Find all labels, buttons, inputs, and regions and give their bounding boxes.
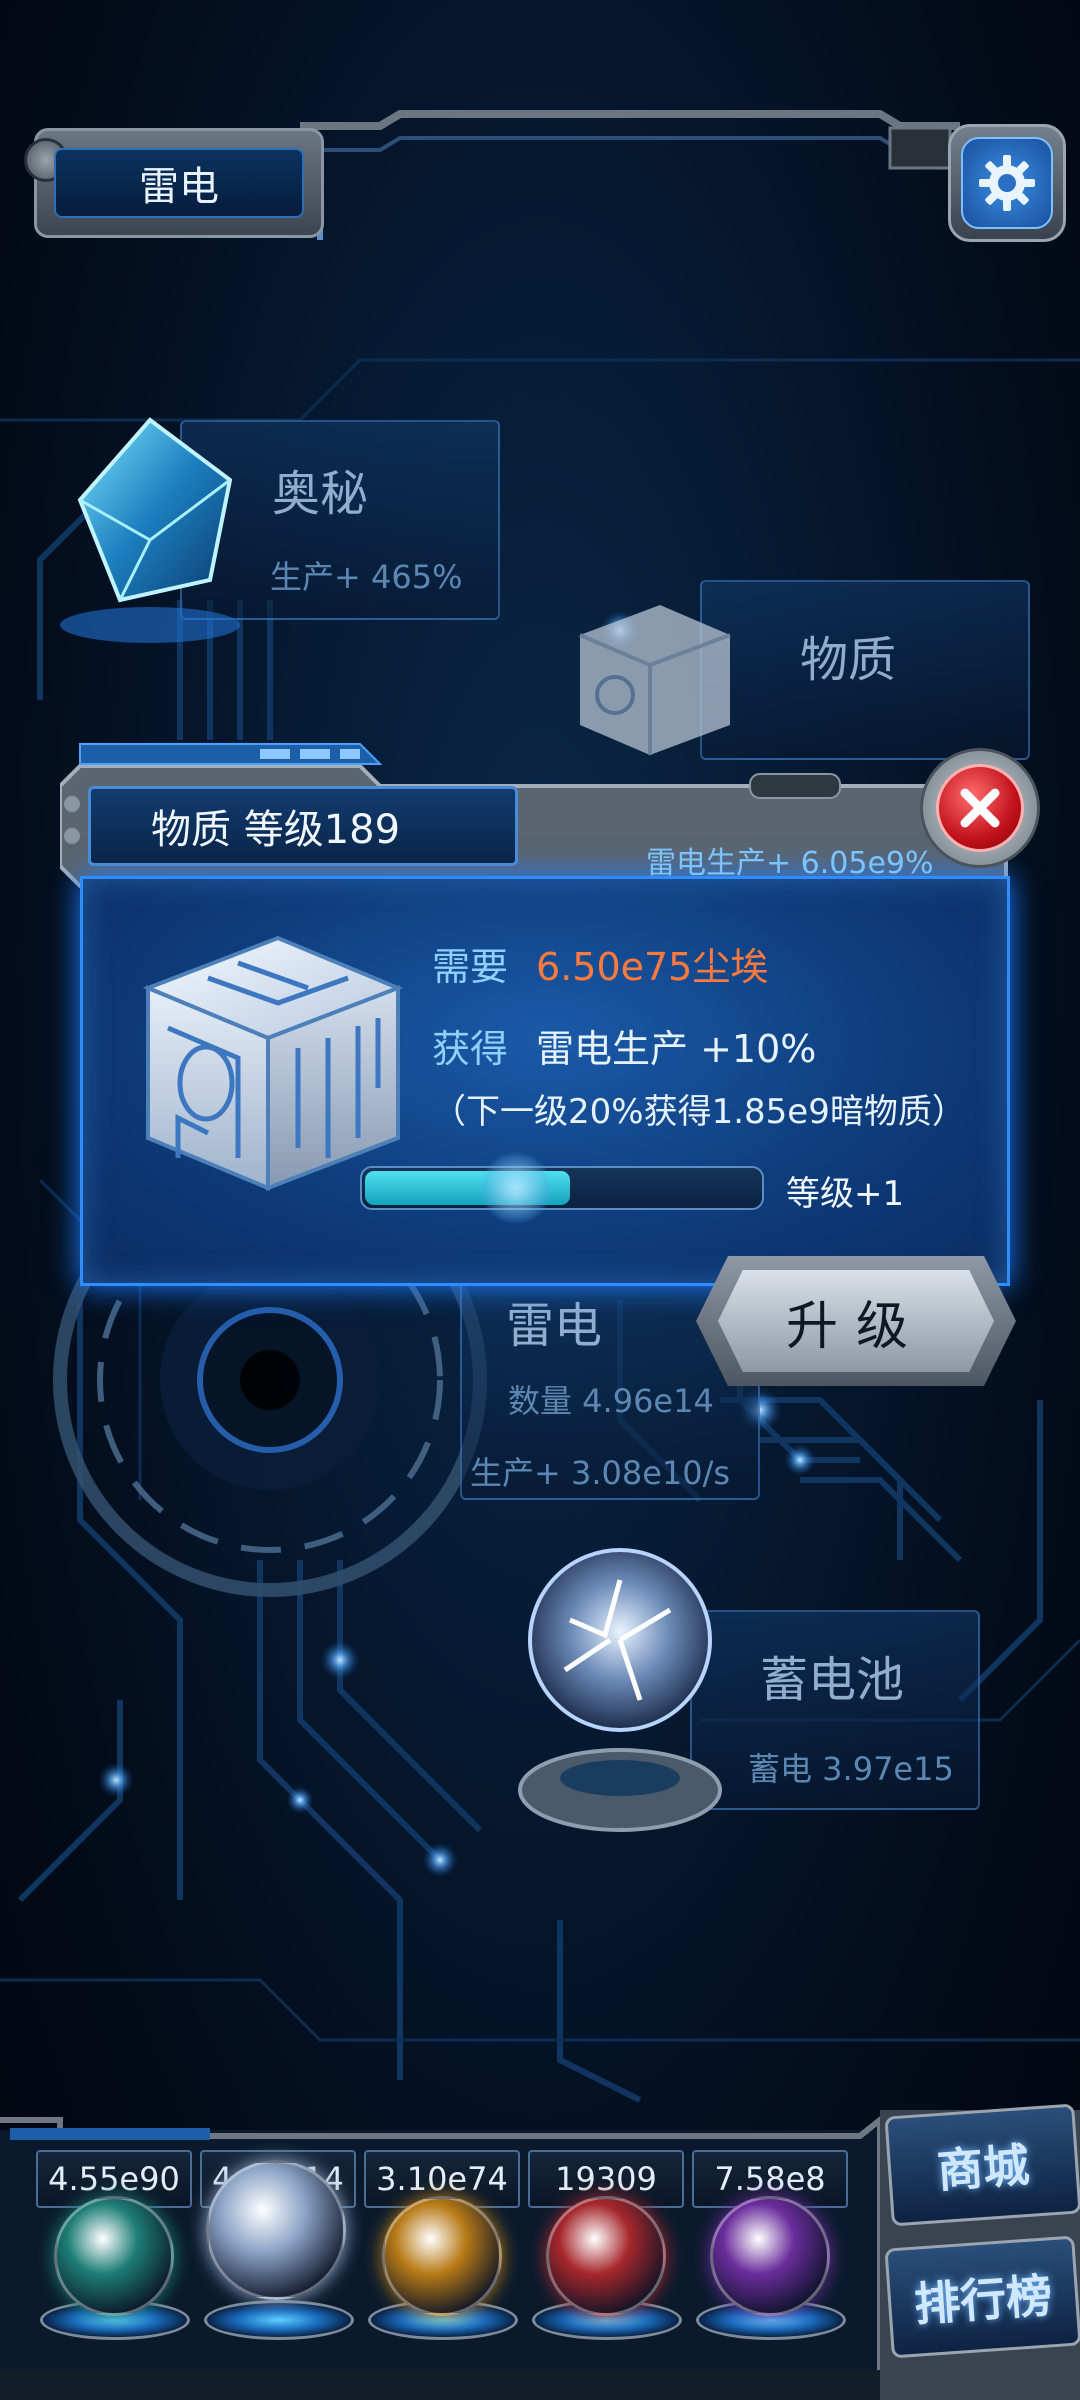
resource-orb-3[interactable] [382, 2196, 502, 2316]
resource-orb-1[interactable] [54, 2196, 174, 2316]
upgrade-dialog: 物质 等级189 雷电生产+ 6.05e9% 需要 6.50e75尘埃 获得 雷电生… [60, 736, 1040, 1386]
node-thunder-stat: 生产+ 3.08e10/s [470, 1454, 731, 1492]
page-title: 雷电 [54, 148, 304, 218]
ranking-button[interactable]: 排行榜 [884, 2235, 1080, 2359]
gain-value: 雷电生产 +10% [536, 1027, 817, 1071]
gain-label: 获得 [432, 1027, 509, 1071]
node-battery-name: 蓄电池 [760, 1652, 905, 1708]
node-matter-name: 物质 [800, 632, 897, 688]
node-thunder-count: 数量 4.96e14 [508, 1382, 714, 1420]
next-level-note: （下一级20%获得1.85e9暗物质） [432, 1092, 966, 1132]
upgrade-button-label: 升级 [718, 1270, 994, 1372]
require-value: 6.50e75尘埃 [536, 945, 769, 989]
node-battery-stat: 蓄电 3.97e15 [748, 1750, 954, 1788]
node-mystery-name: 奥秘 [272, 466, 369, 522]
close-icon [936, 764, 1024, 852]
resource-orb-5[interactable] [710, 2196, 830, 2316]
title-tab: 雷电 [24, 128, 324, 238]
pedestal-2 [204, 2300, 354, 2340]
node-thunder-name: 雷电 [506, 1298, 603, 1354]
dialog-subtitle: 雷电生产+ 6.05e9% [646, 846, 934, 881]
level-progress-bar [360, 1152, 764, 1224]
dialog-title: 物质 等级189 [88, 786, 518, 866]
upgrade-button[interactable]: 升级 [696, 1256, 1016, 1386]
require-label: 需要 [432, 945, 509, 989]
resource-orb-4[interactable] [546, 2196, 666, 2316]
battery-orb-icon [518, 1548, 722, 1832]
matter-cube-icon [142, 935, 404, 1191]
settings-button[interactable] [948, 124, 1066, 242]
gain-row: 获得 雷电生产 +10% [432, 1018, 816, 1073]
level-increment: 等级+1 [786, 1174, 905, 1214]
mystery-crystal-icon [60, 417, 240, 643]
gear-icon [961, 137, 1053, 229]
resource-orb-2[interactable] [206, 2160, 346, 2300]
close-button[interactable] [920, 748, 1040, 868]
progress-knob [480, 1152, 552, 1224]
shop-button[interactable]: 商城 [884, 2103, 1080, 2227]
require-row: 需要 6.50e75尘埃 [432, 936, 768, 991]
node-mystery-stat: 生产+ 465% [270, 558, 463, 596]
